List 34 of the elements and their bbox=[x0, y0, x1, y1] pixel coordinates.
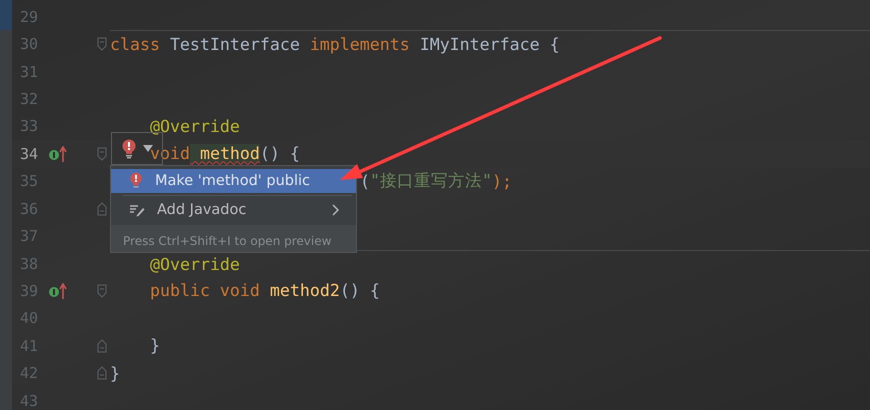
code-token: class bbox=[110, 35, 160, 54]
bulb-icon bbox=[121, 138, 137, 158]
code-token: ( bbox=[360, 172, 370, 191]
hint-text: Press Ctrl+Shift+I to open preview bbox=[123, 234, 332, 248]
caret-icon bbox=[143, 144, 153, 152]
line-number: 31 bbox=[19, 62, 40, 81]
fold-marker-icon[interactable] bbox=[97, 366, 107, 380]
code-token: } bbox=[110, 364, 120, 383]
line-number: 34 bbox=[19, 144, 40, 163]
code-token: () { bbox=[260, 144, 300, 164]
fold-marker-icon[interactable] bbox=[97, 146, 107, 161]
code-token: () { bbox=[340, 281, 380, 300]
intention-menu-item[interactable]: Add Javadoc bbox=[111, 196, 356, 223]
line-number: 29 bbox=[19, 8, 40, 26]
code-token: @Override bbox=[150, 116, 240, 136]
fold-marker-icon[interactable] bbox=[97, 202, 107, 216]
code-token: public void bbox=[150, 281, 260, 300]
intention-menu-item[interactable]: Make 'method' public bbox=[111, 169, 356, 193]
code-token: IMyInterface { bbox=[418, 35, 560, 54]
fold-marker-icon[interactable] bbox=[97, 284, 107, 298]
code-token: "接口重写方法" bbox=[370, 170, 492, 192]
bulb-icon bbox=[129, 172, 143, 190]
line-number: 32 bbox=[19, 90, 40, 108]
edit-icon bbox=[129, 202, 145, 216]
code-token: TestInterface bbox=[168, 35, 301, 54]
code-token: implements bbox=[310, 35, 410, 54]
code-token: } bbox=[150, 336, 160, 356]
code-token: method bbox=[190, 144, 260, 164]
fold-marker-icon[interactable] bbox=[97, 338, 107, 353]
code-token: @Override bbox=[150, 254, 240, 274]
code-token: ); bbox=[492, 172, 512, 191]
fold-marker-icon[interactable] bbox=[97, 37, 107, 52]
code-token: method2 bbox=[268, 281, 340, 300]
line-number: 30 bbox=[19, 35, 40, 54]
